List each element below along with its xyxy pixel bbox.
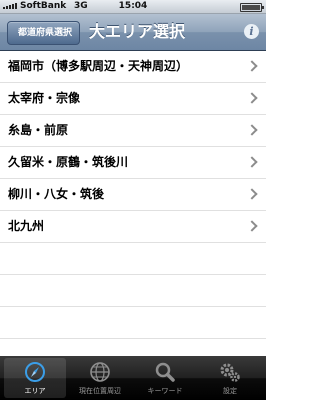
list-item[interactable]: 久留米・原鶴・筑後川: [0, 147, 266, 179]
list-item[interactable]: 福岡市（博多駅周辺・天神周辺）: [0, 51, 266, 83]
chevron-right-icon: [246, 124, 258, 136]
empty-row: [0, 243, 266, 275]
list-item[interactable]: 北九州: [0, 211, 266, 243]
list-item[interactable]: 太宰府・宗像: [0, 83, 266, 115]
tab-label: キーワード: [147, 387, 183, 395]
back-button[interactable]: 都道府県選択: [7, 21, 81, 45]
list-item-label: 糸島・前原: [8, 123, 69, 137]
empty-row: [0, 307, 266, 339]
search-icon: [155, 362, 175, 382]
list-item-label: 福岡市（博多駅周辺・天神周辺）: [8, 59, 189, 73]
tab-label: エリア: [24, 387, 46, 395]
globe-icon: [90, 362, 110, 382]
tab-bar: エリア 現在位置周辺 キーワード 設定: [0, 356, 266, 400]
chevron-right-icon: [246, 92, 258, 104]
area-list: 福岡市（博多駅周辺・天神周辺） 太宰府・宗像 糸島・前原 久留米・原鶴・筑後川 …: [0, 51, 266, 339]
chevron-right-icon: [246, 188, 258, 200]
tab-label: 現在位置周辺: [79, 387, 121, 395]
battery-icon: [240, 3, 264, 12]
tab-keyword[interactable]: キーワード: [134, 358, 196, 398]
compass-icon: [25, 362, 45, 382]
tab-area[interactable]: エリア: [4, 358, 66, 398]
list-item-label: 北九州: [8, 219, 45, 233]
chevron-right-icon: [246, 156, 258, 168]
tab-label: 設定: [223, 387, 237, 395]
status-time: 15:04: [118, 1, 148, 11]
list-item[interactable]: 糸島・前原: [0, 115, 266, 147]
list-item[interactable]: 柳川・八女・筑後: [0, 179, 266, 211]
list-item-label: 久留米・原鶴・筑後川: [8, 155, 129, 169]
tab-settings[interactable]: 設定: [199, 358, 261, 398]
list-item-label: 柳川・八女・筑後: [8, 187, 105, 201]
chevron-right-icon: [246, 60, 258, 72]
gear-icon: [220, 363, 240, 382]
page-title: 大エリア選択: [89, 22, 186, 41]
tab-current-location[interactable]: 現在位置周辺: [69, 358, 131, 398]
list-item-label: 太宰府・宗像: [8, 91, 81, 105]
info-icon[interactable]: i: [244, 24, 259, 39]
empty-row: [0, 275, 266, 307]
chevron-right-icon: [246, 220, 258, 232]
navigation-bar: 都道府県選択 大エリア選択 i: [0, 14, 266, 51]
status-bar: SoftBank 3G 15:04: [0, 0, 266, 14]
